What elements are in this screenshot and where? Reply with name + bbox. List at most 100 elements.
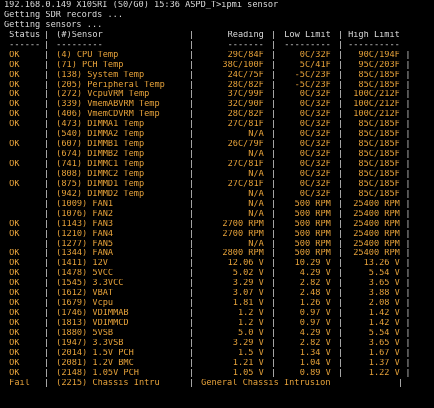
column-separator: |: [337, 60, 344, 70]
column-separator: |: [405, 100, 411, 110]
column-separator: |: [43, 130, 50, 140]
sensor-high-limit: 85C/185F: [358, 160, 405, 169]
sensor-high-limit: 25400 RPM: [353, 229, 405, 239]
column-separator: |: [337, 338, 344, 348]
sensor-high-limit: 85C/185F: [358, 140, 405, 150]
sensor-reading: 27C/81F: [227, 120, 269, 130]
table-row: | (674) DIMMB2 Temp | N/A | 0C/32F | 85C/185…: [4, 150, 434, 160]
terminal-window[interactable]: 192.168.0.149 X10SRI (S0/G0) 15:36 ASPD_…: [0, 0, 434, 408]
column-separator: |: [337, 120, 344, 130]
column-separator: |: [43, 219, 50, 229]
sensor-high-limit: 100C/212F: [353, 100, 405, 110]
column-separator: |: [270, 309, 277, 319]
sensor-high-limit: 13.26 V: [363, 259, 405, 269]
column-separator: |: [405, 90, 411, 100]
column-separator: |: [270, 150, 277, 160]
column-separator: |: [337, 199, 344, 209]
sensor-name: (272) VcpuVRM Temp: [51, 90, 150, 100]
column-separator: |: [43, 209, 50, 219]
sensor-low-limit: 500 RPM: [294, 249, 336, 259]
table-row: OK | (1545) 3.3VCC | 3.29 V | 2.82 V | 3.65 V…: [4, 279, 434, 289]
column-separator: |: [337, 160, 344, 169]
table-row: OK | (1679) Vcpu | 1.81 V | 1.26 V | 2.08 V |: [4, 299, 434, 309]
column-separator: |: [188, 80, 195, 90]
header-low-limit: Low Limit: [284, 30, 336, 40]
sensor-reading: 2700 RPM: [222, 229, 269, 239]
sensor-name: (1746) VDIMMAB: [51, 309, 129, 319]
dash-status: ------: [4, 40, 41, 50]
sensor-reading: 29C/84F: [227, 50, 269, 60]
sensor-reading: 32C/90F: [227, 100, 269, 110]
column-separator: |: [337, 179, 344, 189]
column-separator: |: [337, 259, 344, 269]
table-row: | (1009) FAN1 | N/A | 500 RPM | 25400 RPM |: [4, 200, 434, 210]
column-separator: |: [270, 80, 277, 90]
column-separator: |: [405, 219, 411, 229]
sensor-low-limit: 500 RPM: [294, 209, 336, 219]
sensor-name: (674) DIMMB2 Temp: [51, 150, 145, 160]
sensor-reading: 37C/99F: [227, 90, 269, 100]
sensor-reading: N/A: [248, 199, 269, 209]
column-separator: |: [43, 110, 50, 120]
column-separator: |: [188, 169, 195, 179]
column-separator: |: [43, 289, 50, 299]
status-line-sensors: Getting sensors ...: [4, 20, 103, 30]
sensor-high-limit: 1.42 V: [368, 309, 405, 319]
column-separator: |: [43, 199, 50, 209]
column-separator: |: [43, 60, 50, 70]
column-separator: |: [270, 100, 277, 110]
sensor-high-limit: 100C/212F: [353, 90, 405, 100]
column-separator: |: [270, 299, 277, 309]
column-separator: |: [405, 150, 411, 160]
column-separator: |: [43, 140, 50, 150]
column-separator: |: [270, 169, 277, 179]
sensor-status: OK: [4, 50, 20, 60]
column-separator: |: [188, 140, 195, 150]
table-row: OK | (2014) 1.5V PCH | 1.5 V | 1.34 V | 1.67 …: [4, 349, 434, 359]
sensor-name: (339) VmemABVRM Temp: [51, 100, 160, 110]
sensor-status: [4, 240, 42, 250]
sensor-reading: 28C/82F: [227, 80, 269, 90]
sensor-low-limit: 1.26 V: [299, 299, 336, 309]
table-row: OK | (1746) VDIMMAB | 1.2 V | 0.97 V | 1.42 V…: [4, 309, 434, 319]
sensor-name: (1478) 5VCC: [51, 269, 114, 279]
sensor-high-limit: 2.08 V: [368, 299, 405, 309]
sensor-name: (1411) 12V: [51, 259, 108, 269]
column-separator: |: [405, 110, 411, 120]
column-separator: |: [270, 70, 277, 80]
sensor-status: OK: [4, 319, 20, 328]
table-row: OK | (339) VmemABVRM Temp | 32C/90F | 0C/32F…: [4, 100, 434, 110]
column-separator: |: [337, 348, 344, 358]
sensor-name: (1612) VBAT: [51, 289, 114, 299]
sensor-name: (2081) 1.2V BMC: [51, 358, 134, 368]
column-separator: |: [43, 90, 50, 100]
sensor-high-limit: 85C/185F: [358, 80, 405, 90]
column-separator: |: [337, 150, 344, 160]
sensor-status: OK: [4, 140, 20, 150]
column-separator: |: [270, 219, 277, 229]
sensor-low-limit: 2.82 V: [299, 338, 336, 348]
sensor-reading: N/A: [248, 130, 269, 140]
sensor-name: (607) DIMMB1 Temp: [51, 140, 145, 150]
column-separator: |: [43, 249, 50, 259]
sensor-status: OK: [4, 249, 20, 259]
sensor-name: (1947) 3.3VSB: [51, 338, 124, 348]
sensor-name: (942) DIMMD2 Temp: [51, 189, 145, 199]
column-separator: |: [188, 358, 195, 368]
column-separator: |: [188, 229, 195, 239]
sensor-name: (2215) Chassis Intru: [51, 378, 160, 388]
column-separator: |: [188, 150, 195, 160]
sensor-status: OK: [4, 269, 20, 279]
column-separator: |: [43, 239, 50, 249]
sensor-name: (2148) 1.05V PCH: [51, 368, 139, 378]
column-separator: |: [270, 160, 277, 169]
column-separator: |: [337, 279, 344, 289]
sensor-low-limit: 10.29 V: [294, 259, 336, 269]
column-separator: |: [405, 189, 411, 199]
column-separator: |: [270, 328, 277, 338]
sensor-high-limit: 25400 RPM: [353, 209, 405, 219]
sensor-name: (138) System Temp: [51, 70, 145, 80]
sensor-status: [4, 200, 42, 210]
sensor-low-limit: 0C/32F: [299, 140, 336, 150]
column-separator: |: [405, 319, 411, 328]
